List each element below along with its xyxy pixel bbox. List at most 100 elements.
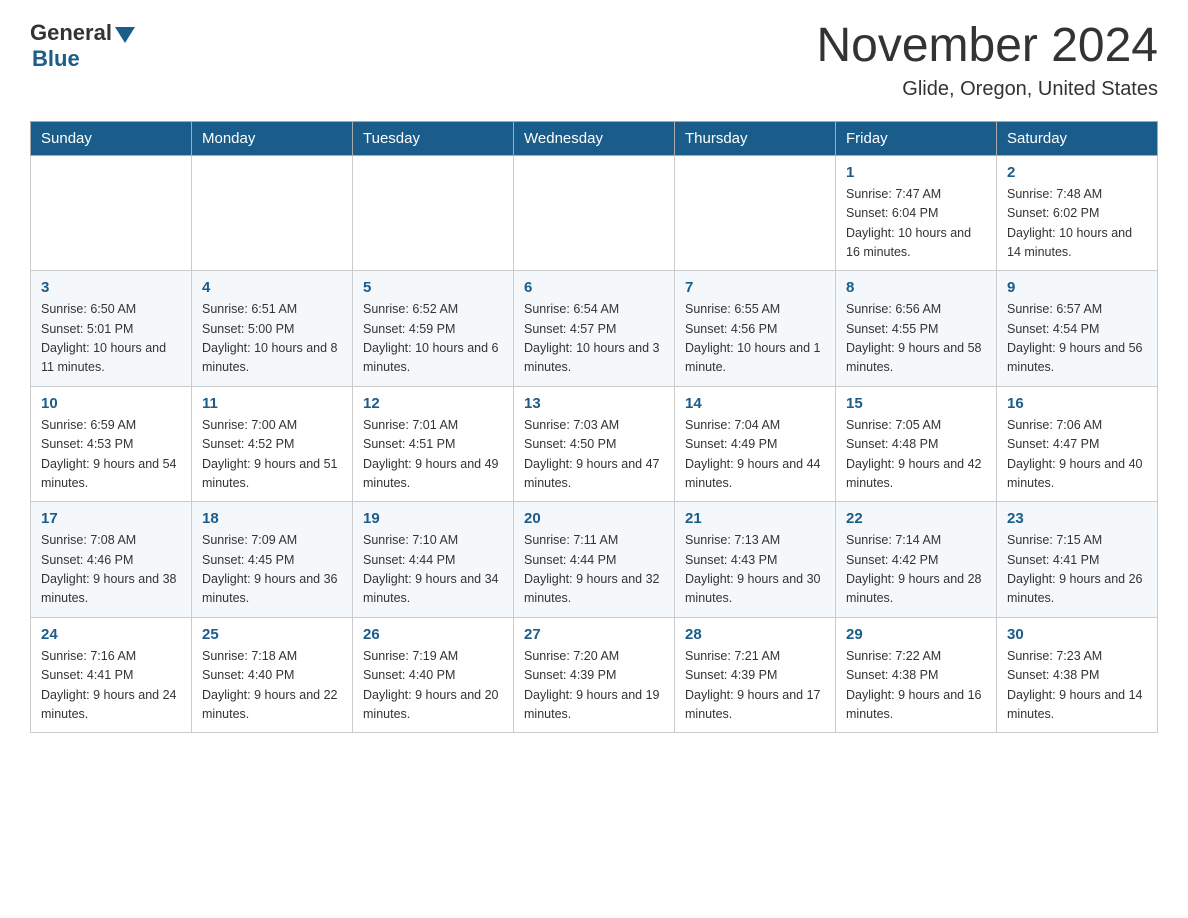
day-info: Sunrise: 7:10 AMSunset: 4:44 PMDaylight:… bbox=[363, 531, 503, 609]
logo-general: General bbox=[30, 20, 135, 46]
day-info: Sunrise: 7:01 AMSunset: 4:51 PMDaylight:… bbox=[363, 416, 503, 494]
logo: General Blue bbox=[30, 20, 135, 72]
col-header-wednesday: Wednesday bbox=[514, 121, 675, 155]
day-info: Sunrise: 6:51 AMSunset: 5:00 PMDaylight:… bbox=[202, 300, 342, 378]
day-info: Sunrise: 7:18 AMSunset: 4:40 PMDaylight:… bbox=[202, 647, 342, 725]
day-info: Sunrise: 7:19 AMSunset: 4:40 PMDaylight:… bbox=[363, 647, 503, 725]
logo-triangle-icon bbox=[115, 27, 135, 43]
calendar-week-2: 3 Sunrise: 6:50 AMSunset: 5:01 PMDaylight… bbox=[31, 271, 1158, 387]
day-number: 23 bbox=[1007, 510, 1147, 527]
calendar-cell-3-6: 15 Sunrise: 7:05 AMSunset: 4:48 PMDayligh… bbox=[836, 386, 997, 502]
day-info: Sunrise: 7:20 AMSunset: 4:39 PMDaylight:… bbox=[524, 647, 664, 725]
calendar-cell-3-2: 11Sunrise: 7:00 AMSunset: 4:52 PMDayligh… bbox=[192, 386, 353, 502]
day-number: 13 bbox=[524, 395, 664, 412]
calendar-cell-1-3 bbox=[353, 155, 514, 271]
calendar-cell-1-6: 1 Sunrise: 7:47 AMSunset: 6:04 PMDaylight… bbox=[836, 155, 997, 271]
day-info: Sunrise: 7:16 AMSunset: 4:41 PMDaylight:… bbox=[41, 647, 181, 725]
calendar-cell-2-6: 8 Sunrise: 6:56 AMSunset: 4:55 PMDaylight… bbox=[836, 271, 997, 387]
day-info: Sunrise: 7:08 AMSunset: 4:46 PMDaylight:… bbox=[41, 531, 181, 609]
day-info: Sunrise: 7:09 AMSunset: 4:45 PMDaylight:… bbox=[202, 531, 342, 609]
day-info: Sunrise: 7:47 AMSunset: 6:04 PMDaylight:… bbox=[846, 185, 986, 263]
day-info: Sunrise: 7:05 AMSunset: 4:48 PMDaylight:… bbox=[846, 416, 986, 494]
calendar-cell-1-7: 2Sunrise: 7:48 AMSunset: 6:02 PMDaylight… bbox=[997, 155, 1158, 271]
calendar-cell-5-7: 30 Sunrise: 7:23 AMSunset: 4:38 PMDayligh… bbox=[997, 617, 1158, 733]
calendar-cell-5-6: 29 Sunrise: 7:22 AMSunset: 4:38 PMDayligh… bbox=[836, 617, 997, 733]
calendar-cell-4-4: 20 Sunrise: 7:11 AMSunset: 4:44 PMDayligh… bbox=[514, 502, 675, 618]
day-number: 12 bbox=[363, 395, 503, 412]
col-header-friday: Friday bbox=[836, 121, 997, 155]
day-info: Sunrise: 6:57 AMSunset: 4:54 PMDaylight:… bbox=[1007, 300, 1147, 378]
calendar-cell-1-1 bbox=[31, 155, 192, 271]
day-number: 21 bbox=[685, 510, 825, 527]
day-info: Sunrise: 7:22 AMSunset: 4:38 PMDaylight:… bbox=[846, 647, 986, 725]
calendar-cell-5-2: 25 Sunrise: 7:18 AMSunset: 4:40 PMDayligh… bbox=[192, 617, 353, 733]
calendar-cell-3-7: 16 Sunrise: 7:06 AMSunset: 4:47 PMDayligh… bbox=[997, 386, 1158, 502]
day-info: Sunrise: 6:59 AMSunset: 4:53 PMDaylight:… bbox=[41, 416, 181, 494]
calendar-cell-3-5: 14Sunrise: 7:04 AMSunset: 4:49 PMDayligh… bbox=[675, 386, 836, 502]
calendar-cell-1-2 bbox=[192, 155, 353, 271]
day-info: Sunrise: 7:21 AMSunset: 4:39 PMDaylight:… bbox=[685, 647, 825, 725]
day-number: 16 bbox=[1007, 395, 1147, 412]
calendar-cell-3-4: 13Sunrise: 7:03 AMSunset: 4:50 PMDayligh… bbox=[514, 386, 675, 502]
calendar-cell-2-4: 6Sunrise: 6:54 AMSunset: 4:57 PMDaylight… bbox=[514, 271, 675, 387]
calendar-cell-1-4 bbox=[514, 155, 675, 271]
day-info: Sunrise: 7:15 AMSunset: 4:41 PMDaylight:… bbox=[1007, 531, 1147, 609]
day-number: 5 bbox=[363, 279, 503, 296]
day-number: 28 bbox=[685, 626, 825, 643]
day-number: 18 bbox=[202, 510, 342, 527]
col-header-tuesday: Tuesday bbox=[353, 121, 514, 155]
calendar-cell-3-3: 12 Sunrise: 7:01 AMSunset: 4:51 PMDayligh… bbox=[353, 386, 514, 502]
day-info: Sunrise: 7:23 AMSunset: 4:38 PMDaylight:… bbox=[1007, 647, 1147, 725]
calendar-cell-2-1: 3 Sunrise: 6:50 AMSunset: 5:01 PMDaylight… bbox=[31, 271, 192, 387]
day-info: Sunrise: 6:56 AMSunset: 4:55 PMDaylight:… bbox=[846, 300, 986, 378]
day-info: Sunrise: 7:14 AMSunset: 4:42 PMDaylight:… bbox=[846, 531, 986, 609]
day-number: 19 bbox=[363, 510, 503, 527]
day-info: Sunrise: 7:13 AMSunset: 4:43 PMDaylight:… bbox=[685, 531, 825, 609]
day-number: 22 bbox=[846, 510, 986, 527]
calendar-week-5: 24Sunrise: 7:16 AMSunset: 4:41 PMDayligh… bbox=[31, 617, 1158, 733]
calendar-cell-4-3: 19 Sunrise: 7:10 AMSunset: 4:44 PMDayligh… bbox=[353, 502, 514, 618]
day-number: 9 bbox=[1007, 279, 1147, 296]
calendar-cell-5-3: 26 Sunrise: 7:19 AMSunset: 4:40 PMDayligh… bbox=[353, 617, 514, 733]
logo-text-blue: Blue bbox=[32, 46, 80, 72]
day-number: 15 bbox=[846, 395, 986, 412]
day-number: 17 bbox=[41, 510, 181, 527]
day-info: Sunrise: 6:52 AMSunset: 4:59 PMDaylight:… bbox=[363, 300, 503, 378]
day-info: Sunrise: 7:11 AMSunset: 4:44 PMDaylight:… bbox=[524, 531, 664, 609]
day-number: 25 bbox=[202, 626, 342, 643]
day-info: Sunrise: 7:04 AMSunset: 4:49 PMDaylight:… bbox=[685, 416, 825, 494]
day-number: 2 bbox=[1007, 164, 1147, 181]
day-number: 1 bbox=[846, 164, 986, 181]
day-info: Sunrise: 6:50 AMSunset: 5:01 PMDaylight:… bbox=[41, 300, 181, 378]
day-number: 27 bbox=[524, 626, 664, 643]
calendar-cell-4-1: 17 Sunrise: 7:08 AMSunset: 4:46 PMDayligh… bbox=[31, 502, 192, 618]
location-label: Glide, Oregon, United States bbox=[816, 78, 1158, 101]
calendar-cell-4-5: 21 Sunrise: 7:13 AMSunset: 4:43 PMDayligh… bbox=[675, 502, 836, 618]
day-number: 29 bbox=[846, 626, 986, 643]
day-number: 11 bbox=[202, 395, 342, 412]
day-info: Sunrise: 7:06 AMSunset: 4:47 PMDaylight:… bbox=[1007, 416, 1147, 494]
col-header-sunday: Sunday bbox=[31, 121, 192, 155]
day-number: 8 bbox=[846, 279, 986, 296]
calendar-cell-1-5 bbox=[675, 155, 836, 271]
calendar-cell-2-3: 5 Sunrise: 6:52 AMSunset: 4:59 PMDaylight… bbox=[353, 271, 514, 387]
calendar-week-3: 10 Sunrise: 6:59 AMSunset: 4:53 PMDayligh… bbox=[31, 386, 1158, 502]
day-number: 26 bbox=[363, 626, 503, 643]
day-number: 7 bbox=[685, 279, 825, 296]
day-number: 3 bbox=[41, 279, 181, 296]
calendar-table: SundayMondayTuesdayWednesdayThursdayFrid… bbox=[30, 121, 1158, 734]
calendar-cell-4-2: 18 Sunrise: 7:09 AMSunset: 4:45 PMDayligh… bbox=[192, 502, 353, 618]
month-title: November 2024 bbox=[816, 20, 1158, 73]
day-number: 10 bbox=[41, 395, 181, 412]
page-header: General Blue November 2024 Glide, Oregon… bbox=[30, 20, 1158, 101]
day-number: 30 bbox=[1007, 626, 1147, 643]
day-number: 20 bbox=[524, 510, 664, 527]
day-number: 4 bbox=[202, 279, 342, 296]
calendar-cell-4-6: 22 Sunrise: 7:14 AMSunset: 4:42 PMDayligh… bbox=[836, 502, 997, 618]
calendar-week-4: 17 Sunrise: 7:08 AMSunset: 4:46 PMDayligh… bbox=[31, 502, 1158, 618]
logo-text-general: General bbox=[30, 20, 112, 46]
calendar-cell-5-5: 28 Sunrise: 7:21 AMSunset: 4:39 PMDayligh… bbox=[675, 617, 836, 733]
col-header-monday: Monday bbox=[192, 121, 353, 155]
calendar-cell-3-1: 10 Sunrise: 6:59 AMSunset: 4:53 PMDayligh… bbox=[31, 386, 192, 502]
title-block: November 2024 Glide, Oregon, United Stat… bbox=[816, 20, 1158, 101]
